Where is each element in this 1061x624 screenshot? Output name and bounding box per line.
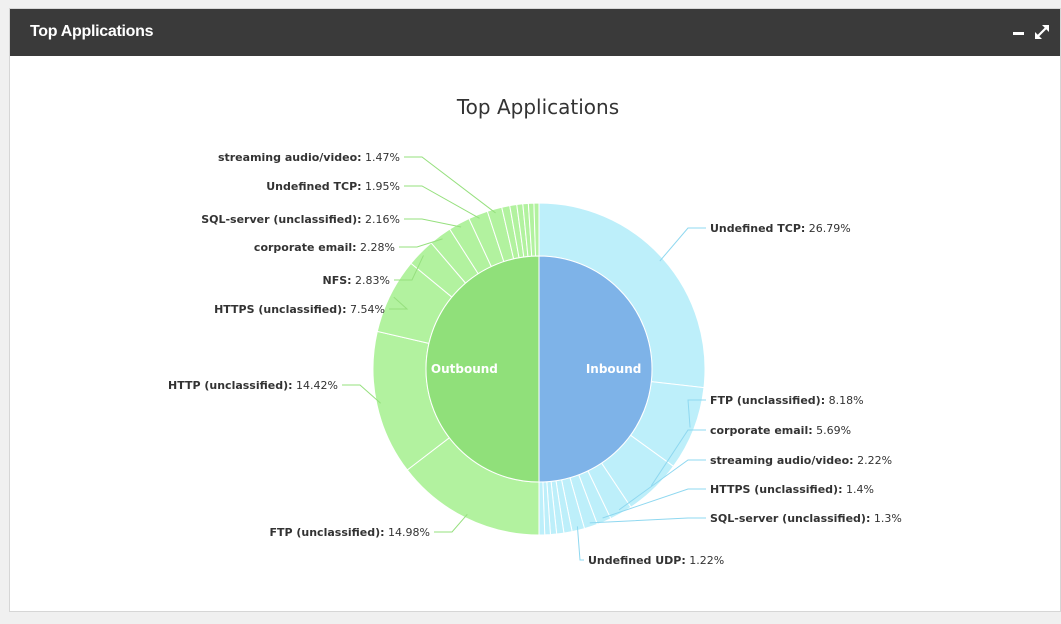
data-label-outbound-ftp-unclassified: FTP (unclassified): 14.98% (269, 526, 430, 539)
data-label-outbound-corporate-email: corporate email: 2.28% (254, 241, 395, 254)
connector-outbound-undefined-tcp (404, 185, 480, 219)
top-applications-chart: Top Applications Inbound Outbound Undefin… (168, 95, 902, 567)
data-label-inbound-undefined-udp: Undefined UDP: 1.22% (588, 554, 724, 567)
data-label-inbound-streaming-audio-video: streaming audio/video: 2.22% (710, 454, 892, 467)
connector-outbound-sql-server-unclassified (404, 218, 462, 228)
chart-title: Top Applications (456, 95, 619, 119)
inner-pie: Inbound Outbound (425, 255, 653, 483)
data-label-outbound-undefined-tcp: Undefined TCP: 1.95% (266, 180, 400, 193)
connector-outbound-ftp-unclassified (434, 513, 468, 533)
expand-icon[interactable] (1032, 21, 1052, 43)
widget-header: Top Applications (10, 9, 1060, 56)
data-label-outbound-https-unclassified: HTTPS (unclassified): 7.54% (214, 303, 385, 316)
connector-inbound-undefined-tcp (659, 227, 706, 262)
data-label-inbound-corporate-email: corporate email: 5.69% (710, 424, 851, 437)
data-label-inbound-ftp-unclassified: FTP (unclassified): 8.18% (710, 394, 864, 407)
data-label-inbound-undefined-tcp: Undefined TCP: 26.79% (710, 222, 851, 235)
minimize-icon[interactable] (1010, 21, 1030, 43)
widget-title: Top Applications (30, 23, 154, 40)
connector-outbound-streaming-audio-video (404, 156, 496, 214)
top-applications-widget: Top Applications Top Applications Inboun… (9, 8, 1061, 612)
data-label-outbound-sql-server-unclassified: SQL-server (unclassified): 2.16% (201, 213, 400, 226)
inner-label-inbound: Inbound (586, 362, 642, 376)
data-label-outbound-nfs: NFS: 2.83% (323, 274, 391, 287)
data-label-outbound-http-unclassified: HTTP (unclassified): 14.42% (168, 379, 338, 392)
data-label-outbound-streaming-audio-video: streaming audio/video: 1.47% (218, 151, 400, 164)
connector-inbound-undefined-udp (576, 526, 584, 561)
data-label-inbound-sql-server-unclassified: SQL-server (unclassified): 1.3% (710, 512, 902, 525)
chart-area: Top Applications Inbound Outbound Undefin… (10, 56, 1060, 611)
data-label-inbound-https-unclassified: HTTPS (unclassified): 1.4% (710, 483, 874, 496)
inner-label-outbound: Outbound (431, 362, 498, 376)
